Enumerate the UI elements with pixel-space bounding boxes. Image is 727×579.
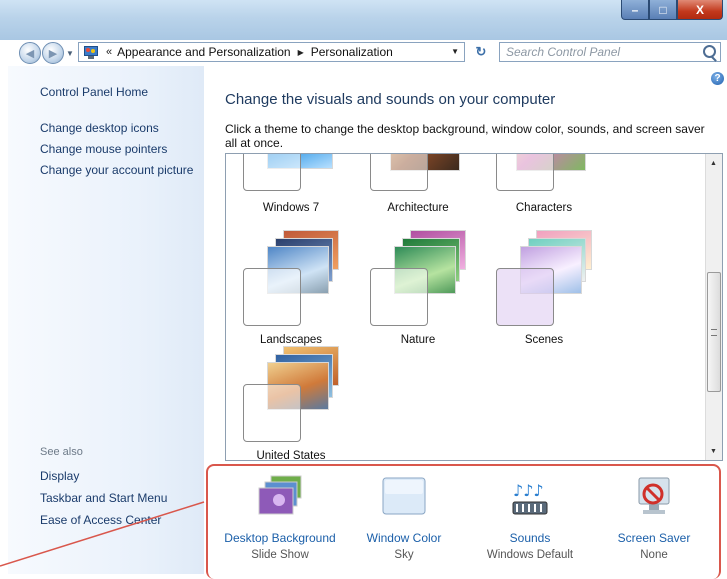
theme-label: Windows 7 [262,202,320,214]
theme-label: Architecture [387,202,449,214]
forward-button[interactable]: ▶ [42,42,64,64]
window-color-setting[interactable]: Window Color Sky [344,474,464,574]
title-bar: – □ X [0,0,727,40]
breadcrumb-appearance[interactable]: Appearance and Personalization [117,45,290,59]
search-input[interactable] [506,44,686,60]
ease-of-access-link[interactable]: Ease of Access Center [40,513,161,527]
help-icon[interactable]: ? [711,72,724,85]
content-area: Control Panel Home Change desktop icons … [8,66,727,579]
screen-saver-icon [638,477,670,514]
setting-value: Windows Default [486,549,574,561]
scroll-up-icon[interactable]: ▲ [710,160,717,167]
refresh-icon: ↻ [475,44,487,59]
breadcrumb-personalization[interactable]: Personalization [311,45,393,59]
control-panel-home-link[interactable]: Control Panel Home [40,85,148,99]
sounds-icon: ♪♪♪ [512,481,548,515]
theme-label: Nature [400,334,436,346]
theme-landscapes[interactable]: Landscapes [231,230,351,346]
page-title: Change the visuals and sounds on your co… [225,91,556,108]
desktop-background-setting[interactable]: Desktop Background Slide Show [220,474,340,574]
back-arrow-icon: ◀ [25,47,35,60]
close-button[interactable]: X [677,0,723,20]
control-panel-icon [84,45,100,59]
desktop-background-icon [258,475,302,515]
setting-value: Sky [394,549,414,561]
see-also-heading: See also [40,446,83,458]
theme-label: Scenes [524,334,564,346]
scroll-down-icon[interactable]: ▼ [710,448,717,455]
back-button[interactable]: ◀ [19,42,41,64]
theme-settings-panel: Desktop Background Slide Show Window Col… [206,464,721,579]
navigation-bar: ◀ ▶ ▼ « Appearance and Personalization ▶… [0,40,727,64]
theme-label: United States [256,450,326,461]
address-bar[interactable]: « Appearance and Personalization ▶ Perso… [78,42,465,62]
theme-list-scrollbar[interactable]: ▲ ▼ [705,154,722,460]
breadcrumb-overflow[interactable]: « [106,46,112,58]
theme-scenes[interactable]: Scenes [484,230,604,346]
setting-name[interactable]: Screen Saver [594,531,714,545]
theme-label: Characters [515,202,573,214]
window-color-icon [382,477,426,515]
caption-buttons: – □ X [621,0,723,20]
theme-windows-7[interactable]: Windows 7 [231,154,351,219]
minimize-button[interactable]: – [621,0,649,20]
scrollbar-thumb[interactable] [707,272,721,392]
page-description: Click a theme to change the desktop back… [225,122,705,150]
theme-united-states[interactable]: United States [231,346,351,460]
theme-nature[interactable]: Nature [358,230,478,346]
setting-name[interactable]: Window Color [344,531,464,545]
setting-value: None [640,549,668,561]
maximize-button[interactable]: □ [649,0,677,20]
taskbar-start-menu-link[interactable]: Taskbar and Start Menu [40,491,167,505]
search-box[interactable] [499,42,721,62]
recent-pages-dropdown-icon[interactable]: ▼ [66,49,74,58]
theme-list: Windows 7 Architecture Characters Landsc… [225,153,723,461]
setting-name[interactable]: Sounds [470,531,590,545]
theme-label: Landscapes [259,334,323,346]
theme-architecture[interactable]: Architecture [358,154,478,219]
display-link[interactable]: Display [40,469,79,483]
breadcrumb-separator-icon[interactable]: ▶ [298,48,304,57]
setting-value: Slide Show [251,549,309,561]
change-desktop-icons-link[interactable]: Change desktop icons [40,121,159,135]
left-task-pane: Control Panel Home Change desktop icons … [8,66,204,574]
change-mouse-pointers-link[interactable]: Change mouse pointers [40,142,167,156]
sounds-setting[interactable]: ♪♪♪ Sounds Windows Default [470,474,590,574]
change-account-picture-link[interactable]: Change your account picture [40,163,193,177]
forward-arrow-icon: ▶ [48,47,58,60]
personalization-window: – □ X ◀ ▶ ▼ « Appearance and Personaliza… [0,0,727,579]
search-icon[interactable] [703,45,716,58]
screen-saver-setting[interactable]: Screen Saver None [594,474,714,574]
refresh-button[interactable]: ↻ [468,42,494,62]
svg-text:♪♪♪: ♪♪♪ [513,481,544,500]
setting-name[interactable]: Desktop Background [220,531,340,545]
address-dropdown-icon[interactable]: ▼ [451,47,459,56]
theme-characters[interactable]: Characters [484,154,604,219]
